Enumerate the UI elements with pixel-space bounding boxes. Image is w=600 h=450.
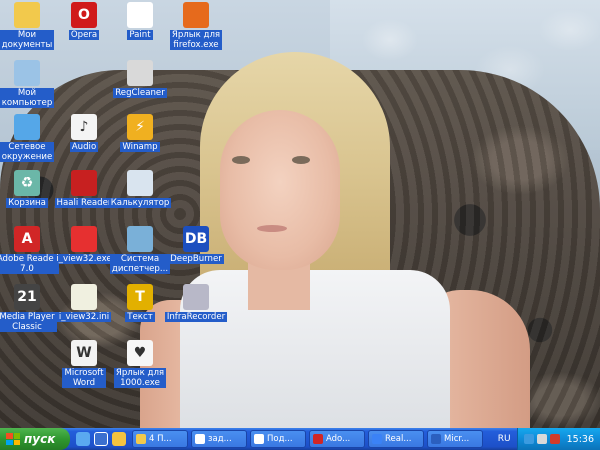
infrarecorder-icon: [183, 284, 209, 310]
wallpaper-portrait-face: [220, 110, 340, 270]
ini-file-icon: [71, 284, 97, 310]
desktop-icon-my-computer[interactable]: Мой компьютер: [0, 60, 67, 108]
desktop-icon-label: Текст: [125, 312, 155, 322]
firefox-icon: [183, 2, 209, 28]
adobe-icon: [313, 434, 323, 444]
deepburner-icon: DB: [183, 226, 209, 252]
desktop: Мои документы O Opera Paint Ярлык для fi…: [0, 0, 600, 428]
network-icon: [14, 114, 40, 140]
windows-logo-icon: [6, 433, 20, 445]
haali-reader-icon: [71, 170, 97, 196]
taskbar: пуск 4 П... зад... Под... Ado... Real...: [0, 428, 600, 450]
document-icon: [195, 434, 205, 444]
desktop-icon-label: Audio: [69, 142, 99, 152]
media-player-classic-icon: 21: [14, 284, 40, 310]
cards-game-icon: ♥: [127, 340, 153, 366]
task-button-word[interactable]: Micr...: [427, 430, 483, 448]
desktop-icon-label: Ярлык для firefox.exe: [169, 30, 223, 50]
language-indicator[interactable]: RU: [492, 434, 517, 444]
clock[interactable]: 15:36: [567, 434, 594, 445]
recycle-bin-icon: ♻: [14, 170, 40, 196]
desktop-icon-label: Калькулятор: [108, 198, 172, 208]
calculator-icon: [127, 170, 153, 196]
adobe-reader-icon: A: [14, 226, 40, 252]
opera-icon: O: [71, 2, 97, 28]
text-file-icon: T: [127, 284, 153, 310]
irfanview-icon: [71, 226, 97, 252]
my-computer-icon: [14, 60, 40, 86]
desktop-icon-label: InfraRecorder: [164, 312, 228, 322]
regcleaner-icon: [127, 60, 153, 86]
realplayer-icon: [372, 434, 382, 444]
task-button-adobe[interactable]: Ado...: [309, 430, 365, 448]
network-tray-icon[interactable]: [523, 434, 534, 444]
task-label: Micr...: [444, 434, 470, 444]
task-button-realplayer[interactable]: Real...: [368, 430, 424, 448]
folder-icon: [136, 434, 146, 444]
word-icon: [431, 434, 441, 444]
desktop-icon-winamp[interactable]: ⚡ Winamp: [100, 114, 180, 152]
task-label: Real...: [385, 434, 412, 444]
task-button-folder[interactable]: 4 П...: [132, 430, 188, 448]
system-manager-icon: [127, 226, 153, 252]
wallpaper-portrait-mouth: [257, 225, 287, 232]
wallpaper-portrait-eye: [292, 156, 310, 164]
word-icon: W: [71, 340, 97, 366]
audio-file-icon: ♪: [71, 114, 97, 140]
desktop-icon-label: RegCleaner: [113, 88, 167, 98]
outlook-icon[interactable]: [112, 432, 126, 446]
my-documents-icon: [14, 2, 40, 28]
volume-tray-icon[interactable]: [536, 434, 547, 444]
desktop-icon-label: Корзина: [6, 198, 48, 208]
desktop-icon-regcleaner[interactable]: RegCleaner: [100, 60, 180, 98]
task-button-document[interactable]: Под...: [250, 430, 306, 448]
desktop-icon-label: Winamp: [120, 142, 160, 152]
paint-icon: [127, 2, 153, 28]
task-label: 4 П...: [149, 434, 172, 444]
winamp-icon: ⚡: [127, 114, 153, 140]
system-tray: 15:36: [516, 428, 600, 450]
desktop-icon-label: Ярлык для 1000.exe: [113, 368, 167, 388]
desktop-icon-label: Opera: [68, 30, 100, 40]
ie-icon[interactable]: [76, 432, 90, 446]
start-label: пуск: [24, 432, 56, 446]
task-buttons: 4 П... зад... Под... Ado... Real... Micr…: [132, 430, 492, 448]
start-button[interactable]: пуск: [0, 428, 70, 450]
task-label: зад...: [208, 434, 232, 444]
desktop-icon-firefox[interactable]: Ярлык для firefox.exe: [156, 2, 236, 50]
wallpaper-portrait-eye: [232, 156, 250, 164]
task-button-document[interactable]: зад...: [191, 430, 247, 448]
desktop-icon-label: Paint: [127, 30, 153, 40]
document-icon: [254, 434, 264, 444]
desktop-icon-1000-exe[interactable]: ♥ Ярлык для 1000.exe: [100, 340, 180, 388]
task-label: Под...: [267, 434, 293, 444]
quick-launch: [70, 432, 132, 446]
desktop-icon-deepburner[interactable]: DB DeepBurner: [156, 226, 236, 264]
antivirus-tray-icon[interactable]: [549, 434, 560, 444]
desktop-icon-infrarecorder[interactable]: InfraRecorder: [156, 284, 236, 322]
desktop-icon-label: DeepBurner: [168, 254, 224, 264]
show-desktop-icon[interactable]: [94, 432, 108, 446]
desktop-icon-calculator[interactable]: Калькулятор: [100, 170, 180, 208]
task-label: Ado...: [326, 434, 351, 444]
desktop-icon-label: Мой компьютер: [0, 88, 55, 108]
